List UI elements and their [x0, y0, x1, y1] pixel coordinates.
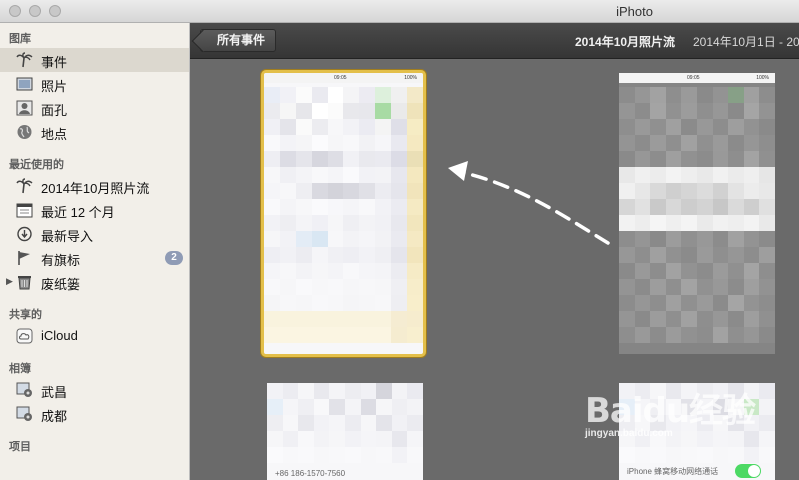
sidebar-item-label: 成都	[41, 409, 68, 424]
all-events-back-button[interactable]: 所有事件	[200, 29, 277, 52]
section-albums: 相簿	[9, 363, 31, 375]
disclosure-triangle-icon[interactable]: ▶	[6, 276, 13, 287]
sidebar-item-label: 地点	[41, 127, 68, 142]
sidebar-item-label: 照片	[41, 79, 68, 94]
face-icon	[16, 100, 33, 116]
palm-tree-icon	[16, 52, 33, 68]
sidebar-item-last-12-months[interactable]: 最近 12 个月	[0, 198, 189, 222]
sidebar-item-album-wuchang[interactable]: 武昌	[0, 378, 189, 402]
sidebar-item-label: 有旗标	[41, 253, 81, 268]
sidebar-item-icloud[interactable]: iCloud	[0, 324, 189, 348]
sidebar-item-label: 事件	[41, 55, 68, 70]
sidebar-item-label: iCloud	[41, 328, 78, 343]
title-bar: iPhoto	[0, 0, 799, 23]
sidebar-item-events[interactable]: 事件	[0, 48, 189, 72]
photo-grid: 09:05 100% 09:05 100% +86 186-1570-7560 …	[190, 60, 799, 480]
sidebar-item-photos[interactable]: 照片	[0, 72, 189, 96]
sidebar-item-label: 最新导入	[41, 229, 94, 244]
sidebar-item-label: 武昌	[41, 385, 68, 400]
sidebar-item-last-import[interactable]: 最新导入	[0, 222, 189, 246]
sidebar-item-flagged[interactable]: 有旗标 2	[0, 246, 189, 270]
sidebar-item-trash[interactable]: ▶ 废纸篓	[0, 270, 189, 294]
sidebar-item-faces[interactable]: 面孔	[0, 96, 189, 120]
flag-icon	[18, 251, 30, 265]
import-icon	[17, 226, 32, 242]
event-title: 2014年10月照片流	[575, 35, 676, 49]
sidebar-item-label: 2014年10月照片流	[41, 181, 150, 196]
photo-icon	[16, 77, 33, 91]
section-shared: 共享的	[9, 309, 42, 321]
smart-album-icon	[16, 406, 32, 421]
sidebar-item-label: 废纸篓	[41, 277, 81, 292]
sidebar-item-label: 最近 12 个月	[41, 205, 115, 220]
section-projects: 项目	[9, 441, 31, 453]
smart-album-icon	[16, 382, 32, 397]
sidebar-item-label: 面孔	[41, 103, 68, 118]
sidebar-item-photostream[interactable]: 2014年10月照片流	[0, 174, 189, 198]
sidebar: 图库 事件 照片 面孔 地点 最近使用的 2014年10月照片流 最近 12 个…	[0, 23, 190, 480]
sidebar-item-places[interactable]: 地点	[0, 120, 189, 144]
section-recent: 最近使用的	[9, 159, 64, 171]
event-date-range: 2014年10月1日 - 2014	[693, 35, 799, 49]
toolbar: 所有事件 2014年10月照片流 2014年10月1日 - 2014	[190, 23, 799, 59]
watermark-brand: Baidu经验	[585, 391, 756, 431]
cloud-icon	[16, 328, 33, 344]
palm-tree-icon	[16, 178, 33, 194]
watermark-logo: Baidu经验 jingyan.baidu.com	[585, 383, 756, 439]
globe-icon	[17, 125, 32, 139]
window-title: iPhoto	[616, 4, 653, 19]
flagged-count-badge: 2	[165, 251, 183, 265]
section-library: 图库	[9, 33, 31, 45]
sidebar-item-album-chengdu[interactable]: 成都	[0, 402, 189, 426]
trash-icon	[18, 276, 31, 290]
calendar-icon	[16, 203, 33, 218]
